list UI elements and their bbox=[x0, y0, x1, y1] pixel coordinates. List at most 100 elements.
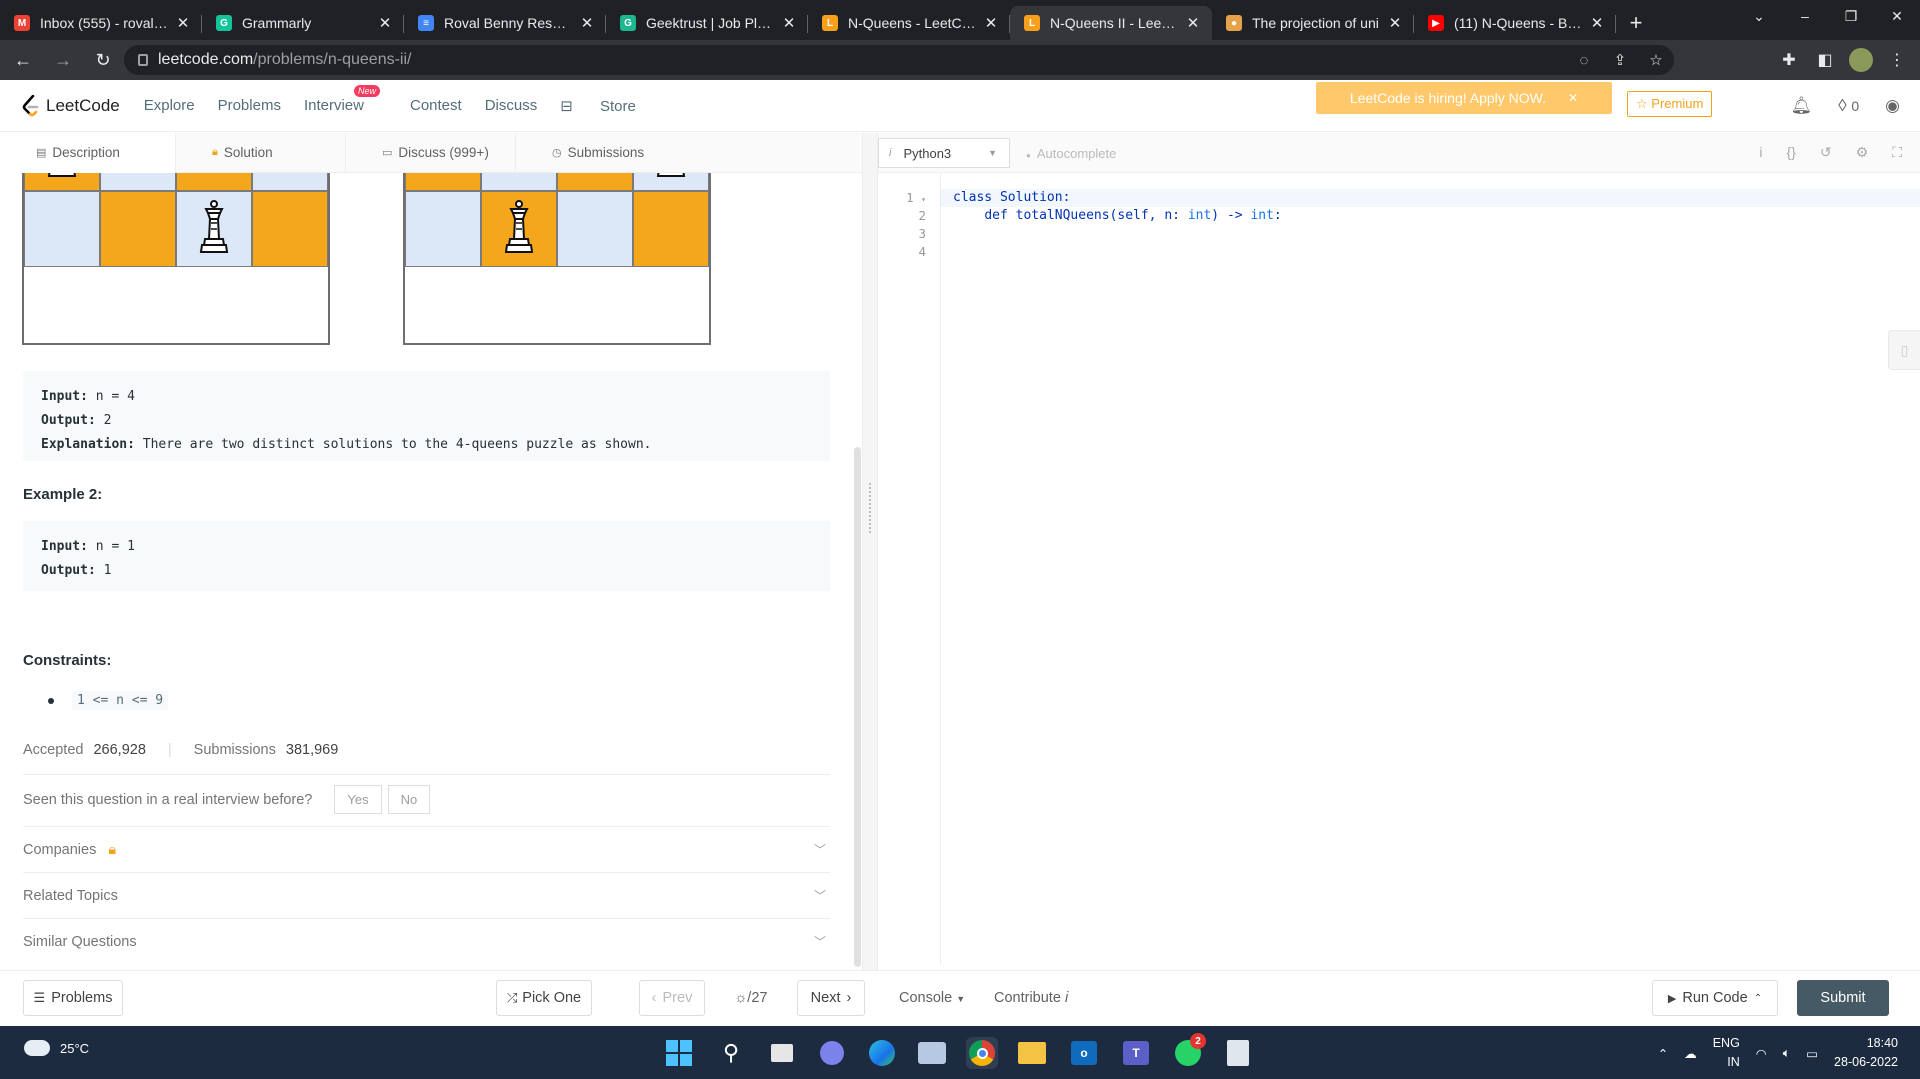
profile-avatar[interactable] bbox=[1846, 43, 1876, 77]
close-tab-icon[interactable]: ✕ bbox=[982, 14, 1000, 32]
accordion-similar-questions[interactable]: Similar Questions ﹀ bbox=[23, 933, 830, 950]
close-tab-icon[interactable]: ✕ bbox=[1184, 14, 1202, 32]
close-tab-icon[interactable]: ✕ bbox=[376, 14, 394, 32]
teams-chat-icon[interactable] bbox=[816, 1037, 848, 1069]
edge-icon[interactable] bbox=[866, 1037, 898, 1069]
new-tab-button[interactable]: + bbox=[1616, 6, 1656, 40]
browser-tab[interactable]: ▶ (11) N-Queens - Bac ✕ bbox=[1414, 6, 1616, 40]
wifi-icon[interactable]: ◠ bbox=[1756, 1046, 1767, 1061]
output-label: Output: bbox=[41, 413, 96, 428]
nav-discuss[interactable]: Discuss bbox=[485, 97, 538, 115]
streak-flame-icon[interactable]: ◊ 0 bbox=[1838, 96, 1859, 116]
autocomplete-toggle[interactable]: ● Autocomplete bbox=[1026, 146, 1116, 161]
photos-icon[interactable] bbox=[916, 1037, 948, 1069]
close-tab-icon[interactable]: ✕ bbox=[1386, 14, 1404, 32]
submissions-label: Submissions bbox=[193, 742, 276, 758]
language-select[interactable]: i Python3 ▼ bbox=[878, 138, 1010, 168]
search-icon[interactable]: ⚲ bbox=[715, 1037, 747, 1069]
next-button[interactable]: Next › bbox=[797, 980, 865, 1016]
console-toggle[interactable]: Console ▼ bbox=[899, 990, 965, 1006]
side-panel-icon[interactable]: ◧ bbox=[1810, 43, 1840, 77]
browser-tab[interactable]: M Inbox (555) - rovalbe ✕ bbox=[0, 6, 202, 40]
bell-icon[interactable]: 🔔︎ bbox=[1791, 96, 1813, 116]
fold-icon[interactable]: ▾ bbox=[921, 195, 926, 204]
close-tab-icon[interactable]: ✕ bbox=[578, 14, 596, 32]
browser-tab[interactable]: G Grammarly ✕ bbox=[202, 6, 404, 40]
browser-tab[interactable]: L N-Queens - LeetCod ✕ bbox=[808, 6, 1010, 40]
no-button[interactable]: No bbox=[387, 785, 431, 814]
whatsapp-icon[interactable]: 2 bbox=[1172, 1033, 1206, 1069]
code-line-2[interactable]: def totalNQueens(self, n: int) -> int: bbox=[953, 208, 1281, 223]
restore-button[interactable]: ❐ bbox=[1828, 0, 1874, 32]
pick-one-button[interactable]: ⤮ Pick One bbox=[496, 980, 592, 1016]
info-icon[interactable]: i bbox=[1759, 144, 1762, 161]
browser-menu-icon[interactable]: ⋮ bbox=[1882, 43, 1912, 77]
nav-interview[interactable]: Interview New bbox=[304, 84, 387, 115]
nav-store[interactable]: ⊟ Store bbox=[560, 97, 659, 115]
fullscreen-icon[interactable]: ⛶ bbox=[1892, 144, 1902, 161]
browser-tab[interactable]: L N-Queens II - LeetCo ✕ bbox=[1010, 6, 1212, 40]
submit-button[interactable]: Submit bbox=[1797, 980, 1889, 1016]
outlook-icon[interactable]: o bbox=[1068, 1037, 1100, 1069]
store-icon: ⊟ bbox=[560, 97, 577, 115]
volume-icon[interactable]: 🔈︎ bbox=[1783, 1046, 1791, 1061]
prev-button[interactable]: ‹ Prev bbox=[639, 980, 705, 1016]
tab-search-icon[interactable]: ⌄ bbox=[1736, 0, 1782, 32]
side-notes-tab[interactable]: ▯ bbox=[1888, 330, 1920, 370]
description-scrollbar[interactable] bbox=[854, 447, 861, 967]
onedrive-cloud-icon[interactable]: ☁ bbox=[1684, 1046, 1697, 1061]
close-tab-icon[interactable]: ✕ bbox=[1588, 14, 1606, 32]
forward-icon[interactable]: → bbox=[46, 43, 80, 77]
notepad-icon[interactable] bbox=[1222, 1037, 1254, 1069]
run-code-button[interactable]: ▶ Run Code ⌃ bbox=[1652, 980, 1778, 1016]
back-icon[interactable]: ← bbox=[6, 43, 40, 77]
start-windows-icon[interactable] bbox=[663, 1037, 695, 1069]
nav-explore[interactable]: Explore bbox=[144, 97, 195, 115]
tab-solution[interactable]: 🔒︎ Solution bbox=[176, 132, 346, 173]
contribute-link[interactable]: Contribute i bbox=[994, 990, 1068, 1006]
task-view-icon[interactable] bbox=[766, 1037, 798, 1069]
close-tab-icon[interactable]: ✕ bbox=[174, 14, 192, 32]
nav-contest[interactable]: Contest bbox=[410, 97, 462, 115]
url-bar[interactable]: leetcode.com/problems/n-queens-ii/ ◌ ⇪ ☆ bbox=[124, 45, 1674, 75]
battery-icon[interactable]: ▭ bbox=[1806, 1046, 1818, 1061]
yes-button[interactable]: Yes bbox=[334, 785, 382, 814]
close-banner-icon[interactable]: ✕ bbox=[1568, 91, 1578, 105]
minimize-button[interactable]: – bbox=[1782, 0, 1828, 32]
nav-problems[interactable]: Problems bbox=[218, 97, 281, 115]
browser-tab[interactable]: ≡ Roval Benny Resume ✕ bbox=[404, 6, 606, 40]
accordion-related-topics[interactable]: Related Topics ﹀ bbox=[23, 887, 830, 904]
teams-icon[interactable]: T bbox=[1120, 1037, 1152, 1069]
problems-list-button[interactable]: ☰ Problems bbox=[23, 980, 123, 1016]
braces-icon[interactable]: {} bbox=[1787, 144, 1796, 161]
problem-page-indicator[interactable]: ☼/27 bbox=[734, 990, 767, 1006]
leetcode-logo[interactable]: LeetCode bbox=[22, 94, 120, 117]
extensions-puzzle-icon[interactable]: ✚ bbox=[1774, 43, 1804, 77]
clock[interactable]: 18:40 28-06-2022 bbox=[1834, 1034, 1898, 1072]
reset-icon[interactable]: ↺ bbox=[1820, 144, 1832, 161]
close-window-button[interactable]: ✕ bbox=[1874, 0, 1920, 32]
tab-submissions[interactable]: ◷ Submissions bbox=[516, 133, 686, 173]
reload-icon[interactable]: ↻ bbox=[86, 43, 120, 77]
chevron-up-icon[interactable]: ⌃ bbox=[1658, 1046, 1668, 1061]
chrome-icon[interactable] bbox=[966, 1037, 998, 1069]
user-avatar-icon[interactable]: ◉ bbox=[1885, 96, 1900, 116]
close-tab-icon[interactable]: ✕ bbox=[780, 14, 798, 32]
weather-widget[interactable]: 25°C bbox=[24, 1040, 89, 1056]
share-icon[interactable]: ⇪ bbox=[1602, 51, 1638, 69]
settings-icon[interactable]: ⚙ bbox=[1856, 144, 1869, 161]
file-explorer-icon[interactable] bbox=[1016, 1037, 1048, 1069]
tab-description[interactable]: ▤ Description bbox=[0, 132, 176, 173]
panel-resize-handle[interactable] bbox=[862, 133, 878, 973]
browser-tab[interactable]: G Geektrust | Job Platfo ✕ bbox=[606, 6, 808, 40]
bookmark-star-icon[interactable]: ☆ bbox=[1638, 51, 1674, 69]
language-indicator[interactable]: ENG IN bbox=[1713, 1034, 1740, 1072]
accordion-companies[interactable]: Companies 🔒︎ ﹀ bbox=[23, 841, 830, 858]
code-line-1[interactable]: class Solution: bbox=[953, 190, 1070, 205]
hiring-banner[interactable]: LeetCode is hiring! Apply NOW. ✕ bbox=[1316, 82, 1612, 114]
premium-button[interactable]: ☆ Premium bbox=[1627, 91, 1713, 117]
chessboard-solution-1 bbox=[22, 173, 330, 345]
browser-tab[interactable]: ● The projection of uni ✕ bbox=[1212, 6, 1414, 40]
tracking-off-icon[interactable]: ◌ bbox=[1566, 52, 1602, 69]
tab-discuss[interactable]: ▭ Discuss (999+) bbox=[346, 132, 516, 173]
